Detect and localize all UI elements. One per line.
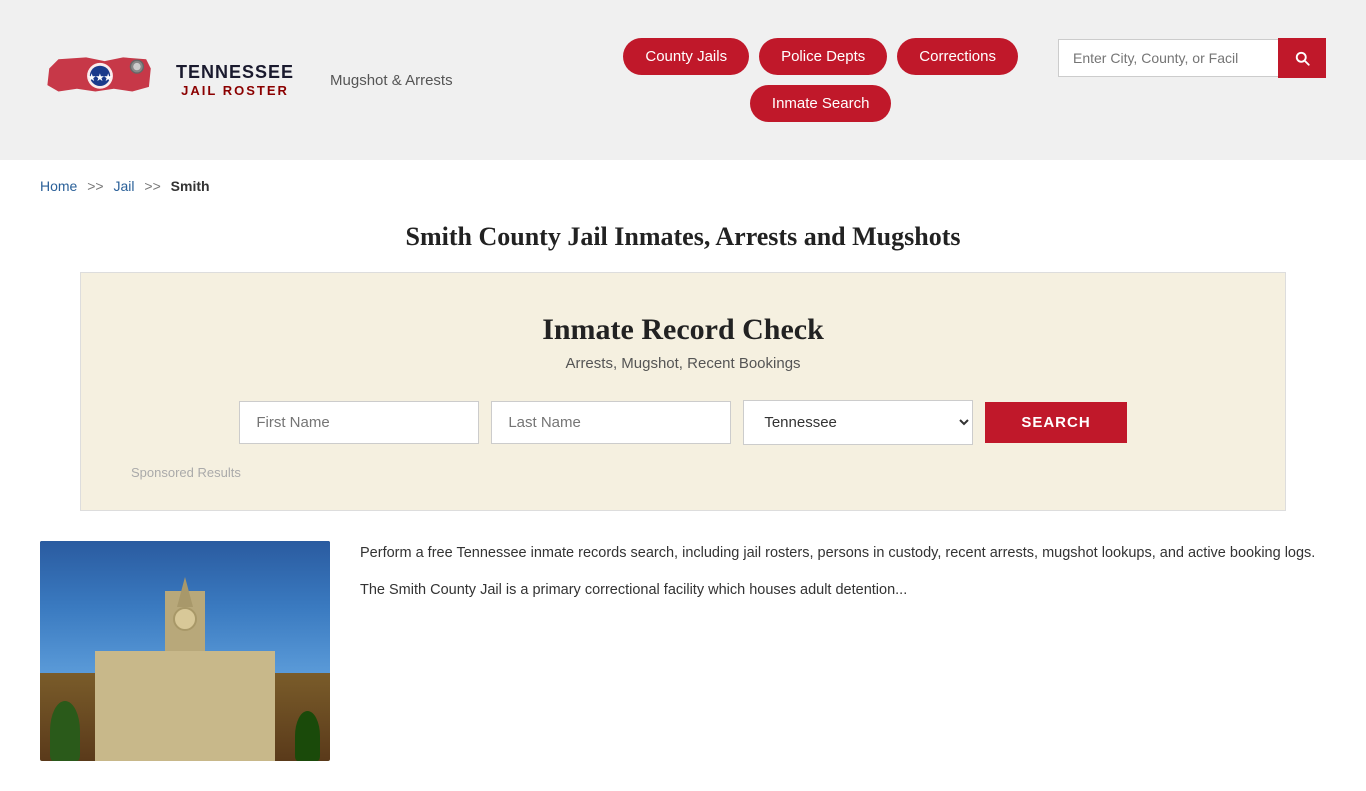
bottom-description: Perform a free Tennessee inmate records … xyxy=(360,541,1326,614)
building-facade xyxy=(95,651,275,761)
building-spire xyxy=(177,577,193,607)
tree-left xyxy=(50,701,80,761)
building-image xyxy=(40,541,330,761)
header-search xyxy=(1058,38,1326,78)
inmate-search-submit[interactable]: SEARCH xyxy=(985,402,1126,443)
breadcrumb-sep2: >> xyxy=(144,178,160,194)
breadcrumb-home[interactable]: Home xyxy=(40,178,77,194)
page-title: Smith County Jail Inmates, Arrests and M… xyxy=(40,222,1326,252)
corrections-button[interactable]: Corrections xyxy=(897,38,1018,75)
tree-right xyxy=(295,711,320,761)
logo-area: ★★★ TENNESSEE JAIL ROSTER Mugshot & Arre… xyxy=(40,40,453,120)
logo-title-main: TENNESSEE xyxy=(176,62,294,84)
svg-text:★★★: ★★★ xyxy=(87,72,114,82)
county-jails-button[interactable]: County Jails xyxy=(623,38,749,75)
main-nav: County Jails Police Depts Corrections In… xyxy=(623,38,1018,122)
bottom-content: Perform a free Tennessee inmate records … xyxy=(0,541,1366,791)
breadcrumb-sep1: >> xyxy=(87,178,103,194)
breadcrumb-current: Smith xyxy=(171,178,210,194)
mugshot-label: Mugshot & Arrests xyxy=(330,72,453,89)
record-check-heading: Inmate Record Check xyxy=(111,313,1255,347)
sponsored-label: Sponsored Results xyxy=(111,465,1255,480)
site-header: ★★★ TENNESSEE JAIL ROSTER Mugshot & Arre… xyxy=(0,0,1366,160)
page-title-section: Smith County Jail Inmates, Arrests and M… xyxy=(0,212,1366,272)
inmate-search-form: Tennessee SEARCH xyxy=(111,400,1255,445)
logo-title: TENNESSEE JAIL ROSTER xyxy=(176,62,294,99)
first-name-input[interactable] xyxy=(239,401,479,444)
record-check-subtitle: Arrests, Mugshot, Recent Bookings xyxy=(111,355,1255,372)
police-depts-button[interactable]: Police Depts xyxy=(759,38,887,75)
location-search-button[interactable] xyxy=(1278,38,1326,78)
location-search-input[interactable] xyxy=(1058,39,1278,77)
last-name-input[interactable] xyxy=(491,401,731,444)
record-check-box: Inmate Record Check Arrests, Mugshot, Re… xyxy=(80,272,1286,511)
breadcrumb: Home >> Jail >> Smith xyxy=(0,160,1366,212)
nav-row-top: County Jails Police Depts Corrections xyxy=(623,38,1018,75)
logo-title-sub: JAIL ROSTER xyxy=(181,83,289,98)
nav-row-bottom: Inmate Search xyxy=(750,85,892,122)
breadcrumb-jail[interactable]: Jail xyxy=(114,178,135,194)
state-select[interactable]: Tennessee xyxy=(743,400,973,445)
description-paragraph-1: Perform a free Tennessee inmate records … xyxy=(360,541,1326,566)
description-paragraph-2: The Smith County Jail is a primary corre… xyxy=(360,578,1326,603)
tennessee-logo: ★★★ xyxy=(40,40,160,120)
clock-face xyxy=(173,607,197,631)
inmate-search-button[interactable]: Inmate Search xyxy=(750,85,892,122)
